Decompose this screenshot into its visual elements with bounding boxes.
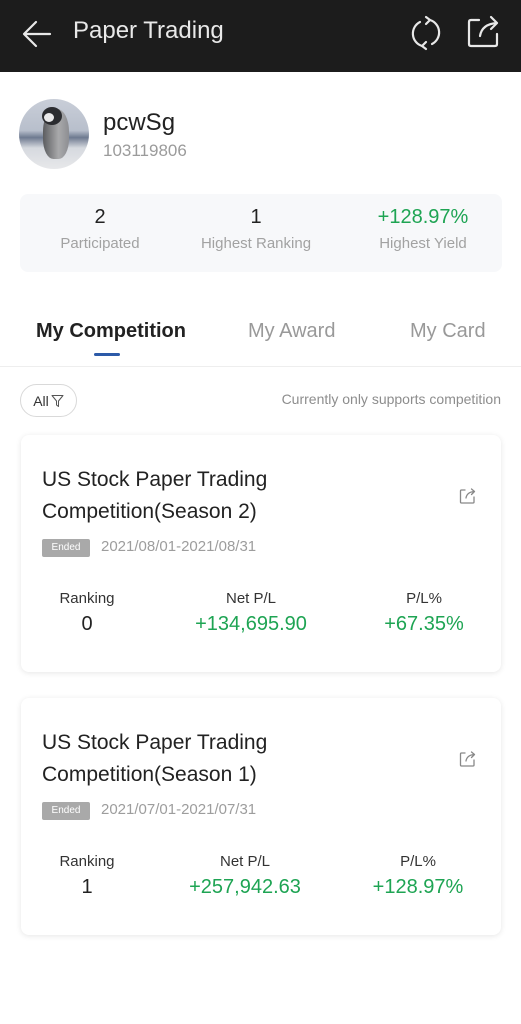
filter-note: Currently only supports competition [281, 391, 501, 407]
stats-panel: 2 Participated 1 Highest Ranking +128.97… [20, 194, 502, 272]
ranking-column: Ranking 0 [7, 590, 167, 636]
stat-value: 2 [94, 206, 106, 228]
active-tab-indicator [94, 353, 120, 356]
stat-participated: 2 Participated [20, 194, 180, 252]
ranking-value: 1 [81, 876, 93, 898]
ranking-label: Ranking [59, 853, 115, 870]
filter-label: All [33, 392, 49, 409]
username: pcwSg [103, 109, 176, 136]
filter-icon [51, 394, 64, 407]
share-icon[interactable] [459, 750, 477, 768]
tab-bar: My Competition My Award My Card [0, 310, 521, 367]
net-pl-value: +257,942.63 [189, 876, 301, 898]
stat-highest-yield: +128.97% Highest Yield [343, 194, 503, 252]
status-badge: Ended [42, 802, 90, 820]
stat-label: Participated [60, 235, 140, 252]
filter-button[interactable]: All [20, 384, 77, 417]
back-arrow-icon[interactable] [20, 16, 56, 52]
user-id: 103119806 [103, 141, 187, 160]
competition-dates: 2021/08/01-2021/08/31 [101, 538, 257, 555]
avatar[interactable] [19, 99, 89, 169]
competition-title: US Stock Paper Trading Competition(Seaso… [42, 468, 268, 523]
pl-pct-value: +128.97% [372, 876, 464, 898]
competition-card[interactable]: US Stock Paper Trading Competition(Seaso… [21, 435, 501, 672]
net-pl-value: +134,695.90 [195, 613, 307, 635]
stat-value: 1 [250, 206, 262, 228]
competition-card[interactable]: US Stock Paper Trading Competition(Seaso… [21, 698, 501, 935]
pl-pct-column: P/L% +128.97% [338, 853, 498, 899]
pl-pct-label: P/L% [406, 590, 442, 607]
page-title: Paper Trading [73, 17, 224, 44]
ranking-column: Ranking 1 [7, 853, 167, 899]
tab-my-card[interactable]: My Card [410, 320, 486, 343]
pl-pct-label: P/L% [400, 853, 436, 870]
tab-my-competition[interactable]: My Competition [36, 320, 186, 343]
stat-label: Highest Yield [379, 235, 467, 252]
net-pl-label: Net P/L [219, 853, 271, 870]
stat-label: Highest Ranking [200, 235, 312, 252]
net-pl-column: Net P/L +134,695.90 [171, 590, 331, 636]
competition-dates: 2021/07/01-2021/07/31 [101, 801, 257, 818]
stat-value: +128.97% [377, 206, 469, 228]
ranking-value: 0 [81, 613, 93, 635]
stat-highest-ranking: 1 Highest Ranking [176, 194, 336, 252]
ranking-label: Ranking [59, 590, 115, 607]
top-bar: Paper Trading [0, 0, 521, 72]
net-pl-label: Net P/L [225, 590, 277, 607]
share-icon[interactable] [466, 14, 502, 50]
net-pl-column: Net P/L +257,942.63 [165, 853, 325, 899]
pl-pct-column: P/L% +67.35% [344, 590, 504, 636]
pl-pct-value: +67.35% [384, 613, 464, 635]
competition-title: US Stock Paper Trading Competition(Seaso… [42, 731, 268, 786]
status-badge: Ended [42, 539, 90, 557]
share-icon[interactable] [459, 487, 477, 505]
tab-my-award[interactable]: My Award [248, 320, 335, 343]
refresh-icon[interactable] [408, 14, 444, 52]
